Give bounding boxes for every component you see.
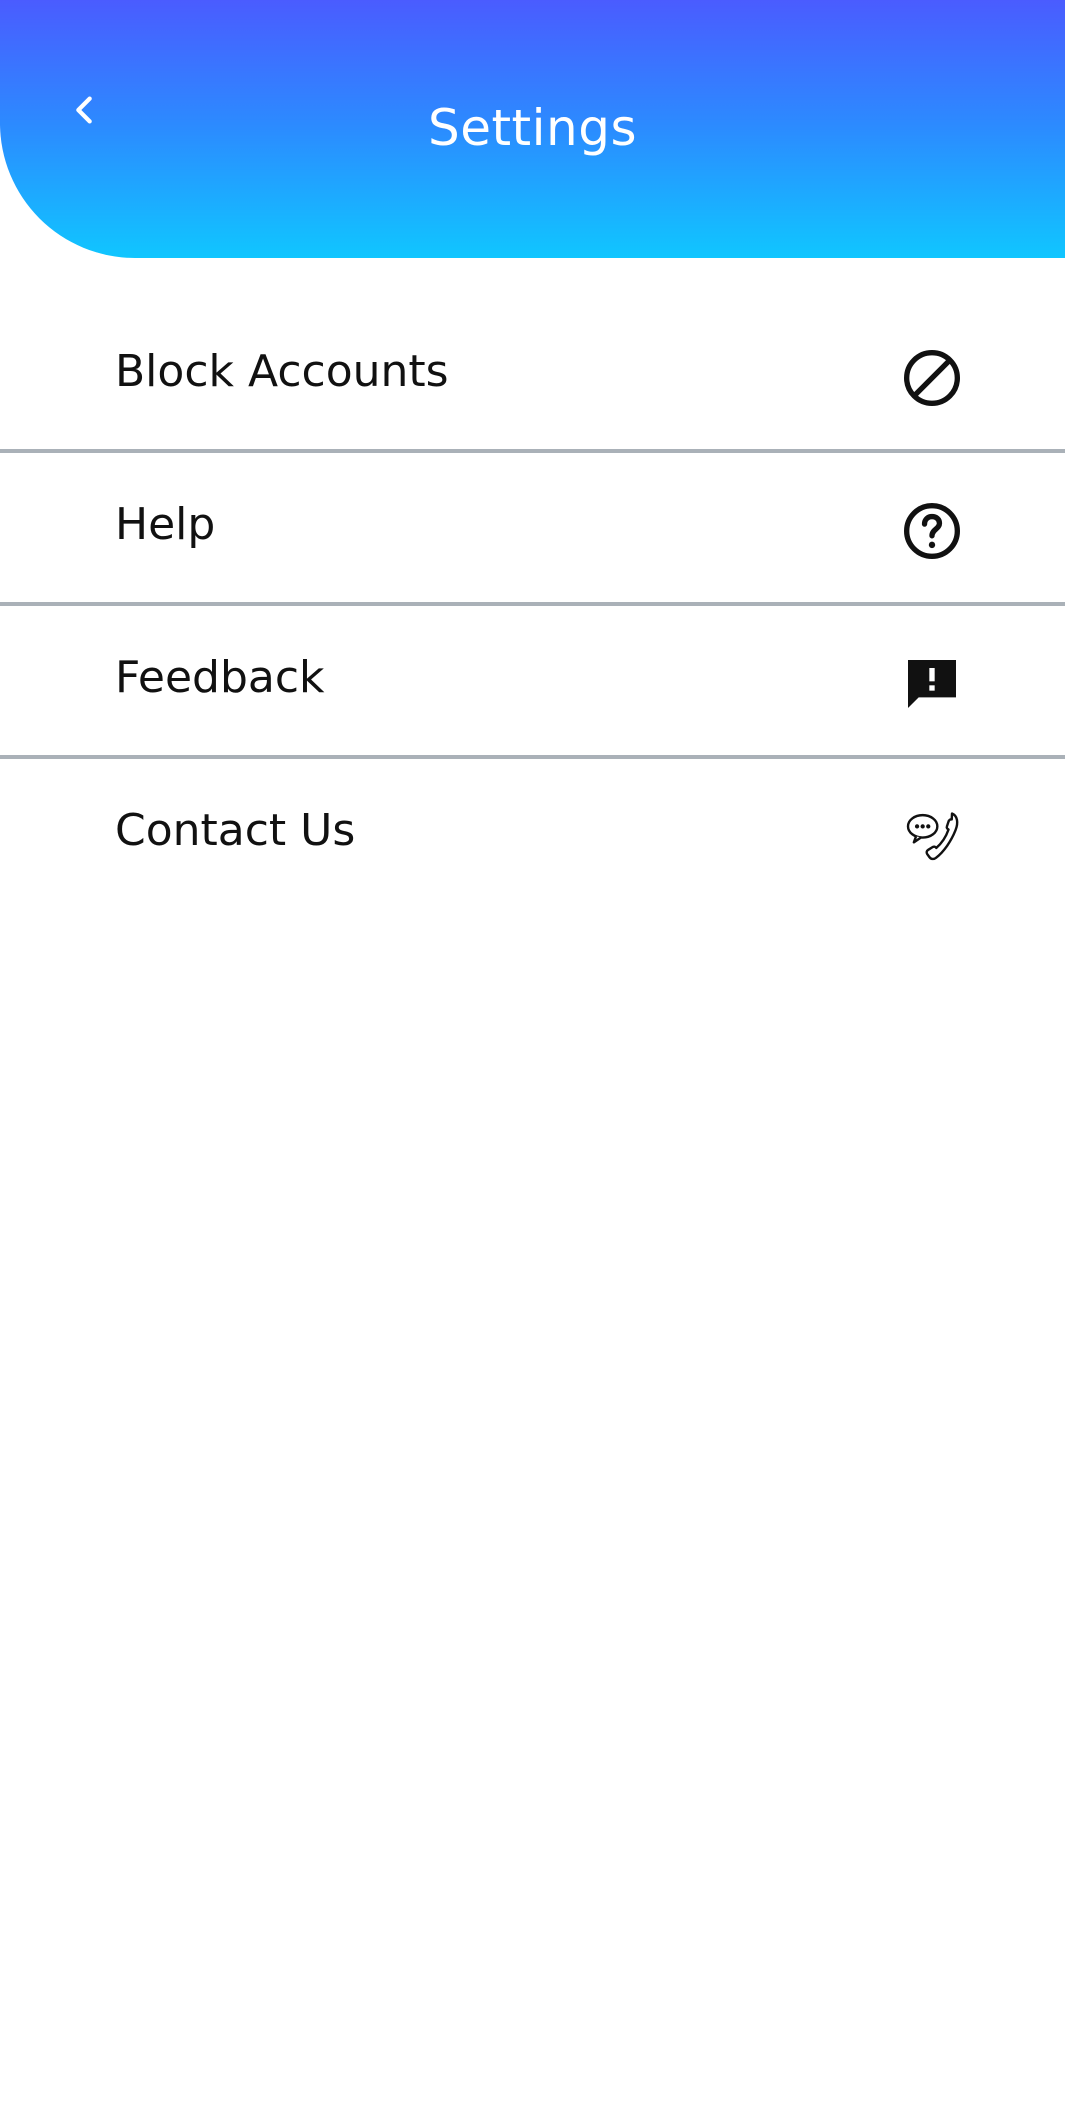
block-icon (898, 344, 966, 412)
menu-item-label: Block Accounts (115, 346, 449, 397)
settings-menu: Block Accounts Help Feedback Contact Us (0, 300, 1065, 908)
menu-item-feedback[interactable]: Feedback (0, 606, 1065, 759)
menu-item-label: Feedback (115, 652, 325, 703)
menu-item-label: Help (115, 499, 216, 550)
page-title: Settings (427, 99, 638, 157)
menu-item-contact-us[interactable]: Contact Us (0, 759, 1065, 908)
help-circle-icon (898, 497, 966, 565)
feedback-icon (898, 650, 966, 718)
menu-item-label: Contact Us (115, 805, 356, 856)
contact-phone-icon (898, 803, 966, 871)
menu-item-block-accounts[interactable]: Block Accounts (0, 300, 1065, 453)
header-bar: Settings (0, 0, 1065, 258)
menu-item-help[interactable]: Help (0, 453, 1065, 606)
